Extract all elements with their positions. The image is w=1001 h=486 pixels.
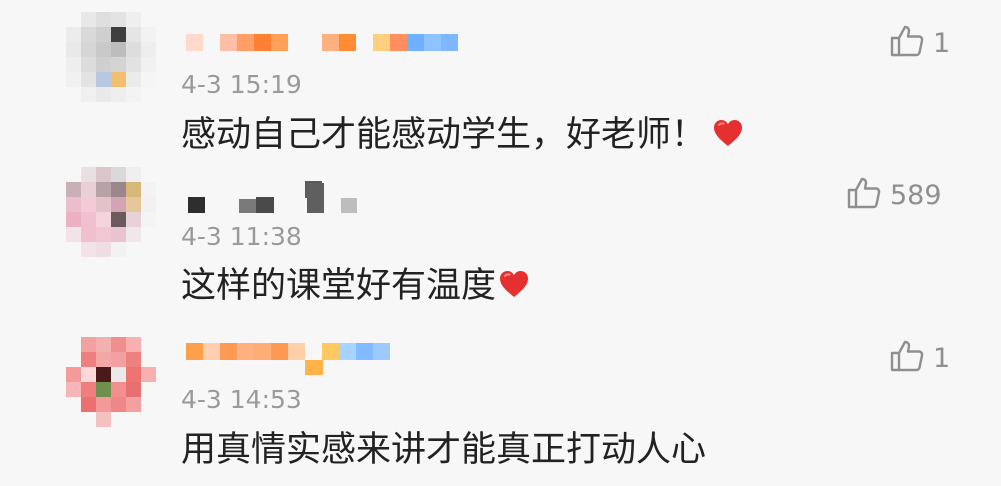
comment-timestamp: 4-3 15:19 (181, 70, 302, 99)
like-count: 589 (890, 179, 942, 211)
username-pixelated (188, 197, 205, 213)
comment-text: 用真情实感来讲才能真正打动人心 (181, 429, 707, 470)
comment-body: 感动自己才能感动学生，好老师！ (181, 115, 744, 155)
comment-body: 这样的课堂好有温度 (181, 266, 530, 306)
comment-text: 感动自己才能感动学生，好老师！ (181, 114, 707, 155)
username-pixelated (341, 198, 357, 213)
username-pixelated (239, 199, 256, 213)
username-pixelated[interactable] (186, 34, 458, 74)
comment-timestamp: 4-3 14:53 (181, 385, 302, 414)
like-button[interactable]: 1 (889, 24, 950, 62)
thumbs-up-icon (889, 339, 925, 377)
avatar[interactable] (66, 12, 156, 102)
thumbs-up-icon (889, 24, 925, 62)
like-button[interactable]: 589 (846, 176, 942, 214)
comment-body: 用真情实感来讲才能真正打动人心 (181, 430, 706, 470)
like-count: 1 (933, 342, 951, 374)
avatar[interactable] (66, 337, 156, 427)
username-pixelated (305, 360, 323, 375)
thumbs-up-icon (846, 176, 882, 214)
comment-text: 这样的课堂好有温度 (181, 265, 497, 306)
heart-icon (498, 269, 530, 303)
username-pixelated[interactable] (186, 343, 390, 383)
comment-timestamp: 4-3 11:38 (181, 222, 302, 251)
heart-icon (712, 118, 744, 152)
avatar[interactable] (66, 167, 156, 257)
like-button[interactable]: 1 (889, 339, 950, 377)
username-pixelated (307, 183, 324, 213)
username-pixelated (256, 197, 274, 213)
like-count: 1 (933, 27, 951, 59)
